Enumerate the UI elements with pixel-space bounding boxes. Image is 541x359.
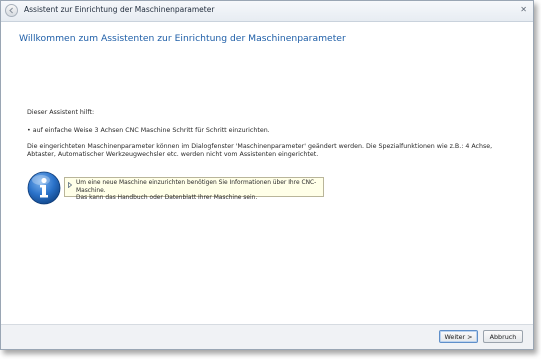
content-area: Dieser Assistent hilft: • auf einfache W… (27, 109, 521, 159)
info-icon (27, 171, 61, 205)
bullet-item: • auf einfache Weise 3 Achsen CNC Maschi… (27, 127, 270, 134)
wizard-window: Assistent zur Einrichtung der Maschinenp… (0, 0, 534, 350)
intro-text: Dieser Assistent hilft: (27, 109, 95, 116)
info-tooltip: Um eine neue Maschine einzurichten benöt… (64, 177, 324, 201)
next-button[interactable]: Weiter > (439, 330, 478, 343)
back-button[interactable] (5, 4, 18, 17)
triangle-right-icon (68, 182, 72, 188)
info-line-2: Das kann das Handbuch oder Datenblatt Ih… (76, 195, 258, 202)
close-icon[interactable]: ✕ (520, 5, 527, 14)
button-bar: Weiter > Abbruch (1, 324, 533, 349)
info-line-1: Um eine neue Maschine einzurichten benöt… (76, 180, 317, 194)
note-text: Die eingerichteten Maschinenparameter kö… (27, 143, 493, 158)
title-bar: Assistent zur Einrichtung der Maschinenp… (1, 1, 533, 22)
window-title: Assistent zur Einrichtung der Maschinenp… (24, 5, 215, 14)
page-heading: Willkommen zum Assistenten zur Einrichtu… (19, 33, 346, 44)
cancel-button[interactable]: Abbruch (483, 330, 523, 343)
back-arrow-icon (9, 7, 13, 14)
